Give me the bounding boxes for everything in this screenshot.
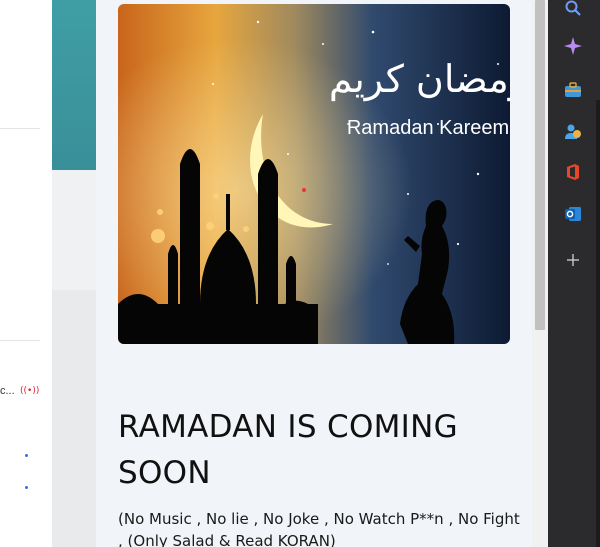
- background-header-band: [52, 0, 96, 170]
- scrollbar-thumb[interactable]: [535, 0, 545, 330]
- post-modal: رمضان كريم Ramadan Kareem RAMADAN IS COM…: [96, 0, 532, 547]
- arabic-calligraphy: رمضان كريم: [329, 57, 510, 102]
- browser-sidebar: [548, 0, 600, 547]
- outlook-icon[interactable]: [561, 202, 585, 226]
- rail-edge: [596, 100, 600, 547]
- toolbox-icon[interactable]: [561, 78, 585, 102]
- search-icon[interactable]: [561, 0, 585, 20]
- add-icon[interactable]: [561, 248, 585, 272]
- modal-scrollbar[interactable]: [532, 0, 548, 547]
- post-image[interactable]: رمضان كريم Ramadan Kareem: [118, 4, 510, 344]
- background-content: [52, 290, 96, 547]
- live-broadcast-icon: ((•)): [20, 386, 40, 396]
- banner-caption: Ramadan Kareem: [347, 117, 509, 139]
- people-icon[interactable]: [561, 120, 585, 144]
- copilot-sparkle-icon[interactable]: [561, 34, 585, 58]
- post-body-text: (No Music , No lie , No Joke , No Watch …: [118, 510, 520, 547]
- ramadan-banner-illustration: رمضان كريم Ramadan Kareem: [118, 4, 510, 344]
- truncated-list-text[interactable]: c...: [0, 385, 15, 397]
- list-bullet: [25, 486, 28, 489]
- divider: [0, 340, 40, 341]
- office-icon[interactable]: [561, 160, 585, 184]
- background-page-left: c... ((•)): [0, 0, 52, 547]
- divider: [0, 128, 40, 129]
- list-bullet: [25, 454, 28, 457]
- post-title: RAMADAN IS COMING SOON: [118, 409, 458, 491]
